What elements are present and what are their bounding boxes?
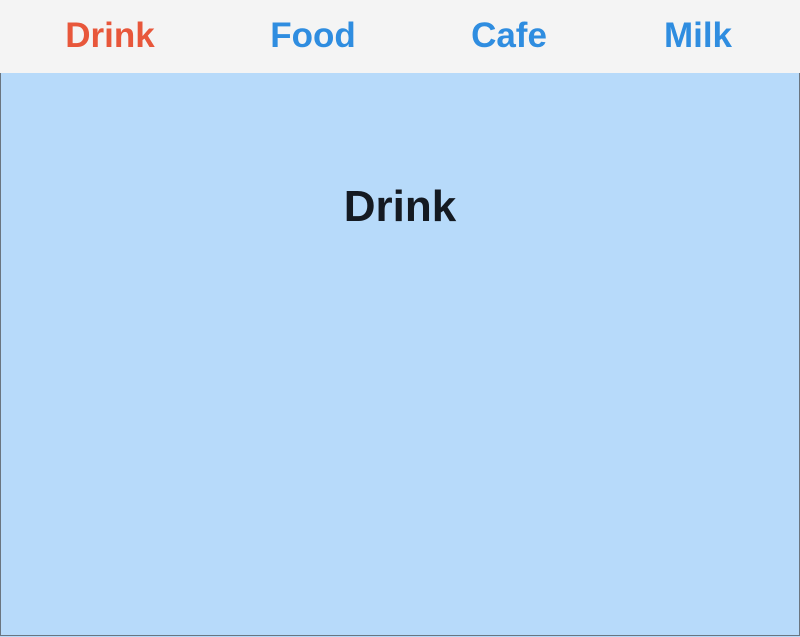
tab-cafe[interactable]: Cafe [409, 0, 609, 73]
tab-milk[interactable]: Milk [598, 0, 798, 73]
page-title: Drink [343, 182, 457, 231]
tab-food[interactable]: Food [213, 0, 413, 73]
tab-bar: Drink Food Cafe Milk [0, 0, 800, 73]
content-panel [0, 73, 800, 636]
tab-drink[interactable]: Drink [10, 0, 210, 73]
